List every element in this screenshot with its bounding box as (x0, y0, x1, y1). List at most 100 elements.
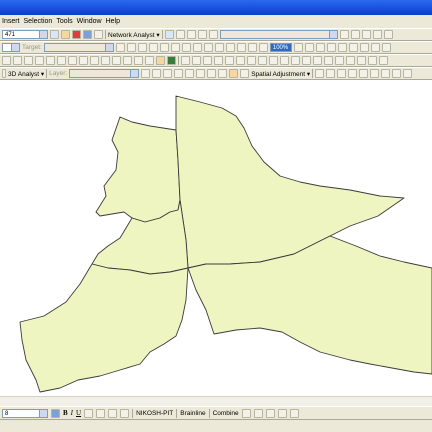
editor-icon[interactable] (50, 30, 59, 39)
tool-icon[interactable] (359, 43, 369, 52)
tool-icon[interactable] (368, 56, 377, 65)
identify-icon[interactable] (112, 56, 121, 65)
find-icon[interactable] (123, 56, 132, 65)
zoom-combo[interactable]: 100% (269, 43, 292, 52)
font-size-combo[interactable]: 8 (2, 408, 48, 418)
marker-color-icon[interactable] (120, 408, 130, 418)
tool-icon[interactable] (196, 69, 206, 78)
tool-icon[interactable] (159, 43, 169, 52)
forward-icon[interactable] (79, 56, 88, 65)
chevron-down-icon[interactable] (104, 44, 113, 51)
tool-icon[interactable] (383, 30, 393, 39)
scale-combo[interactable]: 471 (2, 30, 48, 39)
tool-icon[interactable] (207, 69, 217, 78)
map-polygons[interactable] (0, 80, 432, 406)
tool-icon[interactable] (265, 408, 275, 418)
text-color-icon[interactable] (84, 408, 94, 418)
tool-icon[interactable] (163, 69, 173, 78)
font-color-icon[interactable] (51, 408, 60, 418)
horizontal-scrollbar[interactable] (0, 396, 432, 406)
chevron-down-icon[interactable] (11, 44, 19, 51)
tool-icon[interactable] (181, 43, 191, 52)
tool-icon[interactable] (392, 69, 402, 78)
tool-icon[interactable] (247, 56, 256, 65)
tool-icon[interactable] (277, 408, 287, 418)
tool-icon[interactable] (241, 408, 251, 418)
network-window-icon[interactable] (164, 30, 174, 39)
tool-icon[interactable] (337, 69, 347, 78)
tool-icon[interactable] (240, 69, 250, 78)
tool-icon[interactable] (361, 30, 371, 39)
tool-icon[interactable] (403, 69, 413, 78)
tool-icon[interactable] (348, 69, 358, 78)
chevron-down-icon[interactable] (130, 70, 139, 77)
layer-combo[interactable] (69, 69, 140, 78)
toolbar-handle[interactable] (2, 69, 6, 78)
tool-icon[interactable] (326, 43, 336, 52)
command-line-icon[interactable] (83, 30, 92, 39)
network-tool-icon[interactable] (197, 30, 207, 39)
tool-icon[interactable] (225, 56, 234, 65)
tool-icon[interactable] (326, 69, 336, 78)
tool-icon[interactable] (185, 69, 195, 78)
tool-icon[interactable] (348, 43, 358, 52)
target-combo[interactable] (43, 43, 114, 52)
menu-tools[interactable]: Tools (56, 18, 72, 25)
polygon-south-west[interactable] (19, 263, 189, 393)
tool-icon[interactable] (280, 56, 289, 65)
fixed-zoom-in-icon[interactable] (46, 56, 55, 65)
polygon-north-west[interactable] (95, 116, 181, 223)
measure-icon[interactable] (134, 56, 143, 65)
tool-icon[interactable] (346, 56, 355, 65)
tool-icon[interactable] (381, 43, 391, 52)
tool-icon[interactable] (181, 56, 190, 65)
tool-icon[interactable] (203, 43, 213, 52)
tool-icon[interactable] (289, 408, 299, 418)
toolbox-icon[interactable] (72, 30, 81, 39)
pan-icon[interactable] (24, 56, 33, 65)
tool-icon[interactable] (269, 56, 278, 65)
hyperlink-icon[interactable] (145, 56, 154, 65)
tool-icon[interactable] (126, 43, 136, 52)
full-extent-icon[interactable] (35, 56, 44, 65)
tool-icon[interactable] (225, 43, 235, 52)
bold-button[interactable]: B (63, 409, 68, 417)
tool-icon[interactable] (214, 43, 224, 52)
tool-icon[interactable] (302, 56, 311, 65)
tool-icon[interactable] (315, 43, 325, 52)
tool-icon[interactable] (236, 43, 246, 52)
tool-icon[interactable] (229, 69, 239, 78)
network-tool-icon[interactable] (175, 30, 185, 39)
menu-insert[interactable]: Insert (2, 18, 20, 25)
tool-icon[interactable] (214, 56, 223, 65)
polygon-north-east[interactable] (175, 95, 405, 269)
tool-icon[interactable] (115, 43, 125, 52)
map-canvas[interactable] (0, 80, 432, 406)
combine-menu[interactable]: Combine (213, 410, 239, 417)
select-elements-icon[interactable] (101, 56, 110, 65)
tool-icon[interactable] (357, 56, 366, 65)
tool-icon[interactable] (370, 69, 380, 78)
help-icon[interactable] (94, 30, 103, 39)
fixed-zoom-out-icon[interactable] (57, 56, 66, 65)
catalog-icon[interactable] (61, 30, 70, 39)
tool-icon[interactable] (370, 43, 380, 52)
tool-icon[interactable] (203, 56, 212, 65)
tool-icon[interactable] (291, 56, 300, 65)
network-tool-icon[interactable] (208, 30, 218, 39)
network-dataset-combo[interactable] (219, 30, 338, 39)
zoom-in-icon[interactable] (2, 56, 11, 65)
chevron-down-icon[interactable] (39, 409, 47, 417)
tool-icon[interactable] (192, 56, 201, 65)
select-elements-icon[interactable] (315, 69, 325, 78)
chevron-down-icon[interactable] (328, 31, 337, 38)
3d-analyst-menu[interactable]: 3D Analyst ▾ (8, 70, 44, 78)
tool-icon[interactable] (304, 43, 314, 52)
layer-icon[interactable] (167, 56, 176, 65)
tool-icon[interactable] (339, 30, 349, 39)
tool-icon[interactable] (247, 43, 257, 52)
tool-icon[interactable] (218, 69, 228, 78)
tool-icon[interactable] (372, 30, 382, 39)
italic-button[interactable]: I (71, 409, 73, 417)
tool-icon[interactable] (313, 56, 322, 65)
